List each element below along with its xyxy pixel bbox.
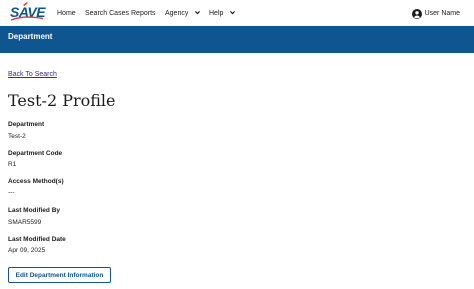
user-menu[interactable]: User Name (411, 8, 460, 19)
department-label: Department (8, 121, 45, 128)
nav-home[interactable]: Home (57, 9, 76, 18)
chevron-down-icon (230, 11, 236, 15)
nav-agency[interactable]: Agency (165, 9, 201, 18)
banner-title: Department (8, 32, 53, 41)
top-navigation: SAVE Home Search Cases Reports Agency He… (0, 0, 474, 26)
back-to-search-link[interactable]: Back To Search (8, 70, 57, 79)
nav-reports[interactable]: Reports (131, 9, 156, 18)
user-name-label: User Name (424, 10, 460, 17)
access-methods-label: Access Method(s) (8, 178, 64, 185)
chevron-down-icon (195, 11, 201, 15)
page-title: Test-2 Profile (8, 91, 116, 110)
last-modified-date-value: Apr 09, 2025 (8, 247, 46, 254)
last-modified-by-value: SMAR5599 (8, 219, 42, 226)
department-code-value: R1 (8, 161, 17, 168)
user-circle-icon (411, 8, 422, 19)
last-modified-by-label: Last Modified By (8, 207, 61, 214)
last-modified-date-label: Last Modified Date (8, 236, 66, 243)
nav-search-cases[interactable]: Search Cases (85, 9, 129, 18)
department-value: Test-2 (8, 133, 26, 140)
edit-department-button[interactable]: Edit Department Information (8, 267, 111, 283)
nav-help-label: Help (209, 10, 224, 17)
page-banner (0, 26, 474, 53)
access-methods-value: --- (8, 189, 15, 196)
save-logo[interactable]: SAVE (10, 2, 46, 22)
department-code-label: Department Code (8, 150, 63, 157)
nav-help[interactable]: Help (209, 9, 236, 18)
nav-agency-label: Agency (165, 10, 189, 17)
